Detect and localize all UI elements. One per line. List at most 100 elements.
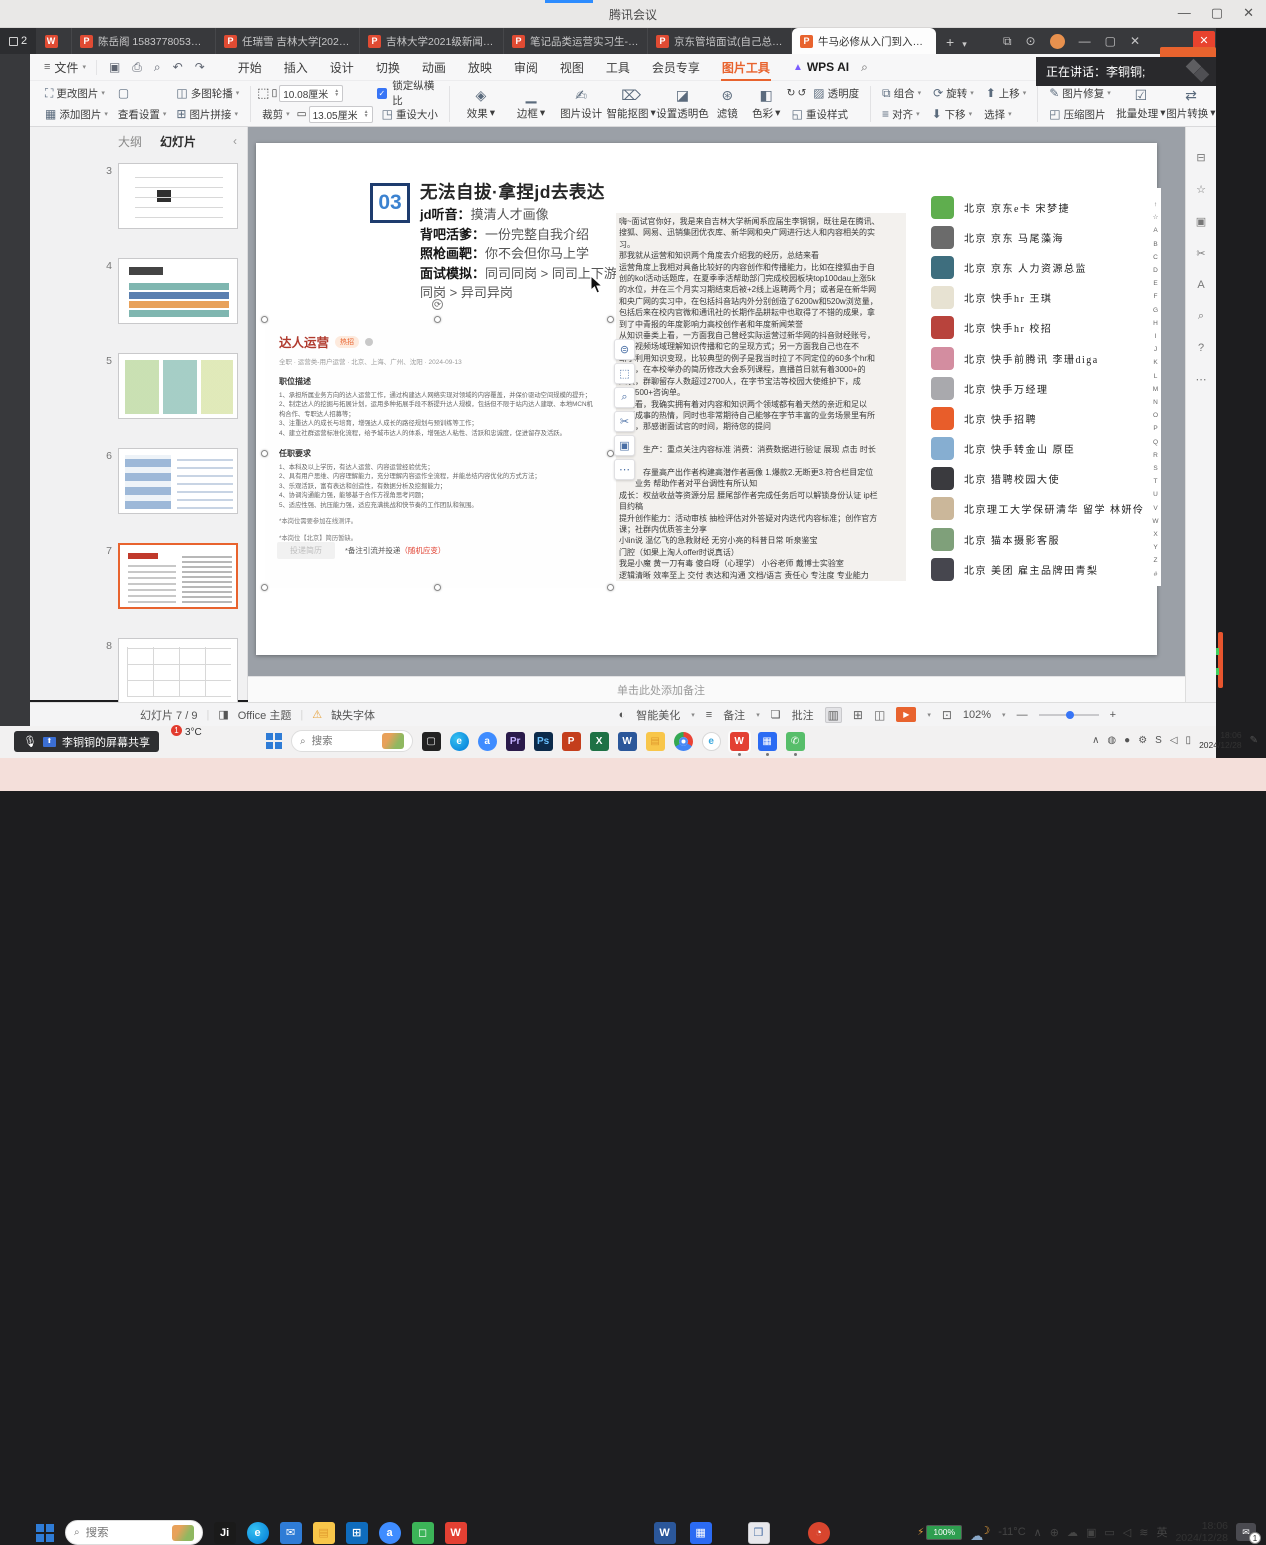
tray-icon[interactable]: ∧ — [1092, 735, 1099, 746]
windows-start-icon[interactable] — [36, 1524, 54, 1542]
zoom-slider[interactable] — [1039, 714, 1099, 716]
notification-center-icon[interactable]: ✉1 — [1236, 1523, 1256, 1541]
selection-handle[interactable] — [434, 316, 441, 323]
taskbar-app-icon[interactable]: ◉ — [674, 732, 693, 751]
convert-button[interactable]: ⇄图片转换▾ — [1166, 84, 1216, 124]
selection-handle[interactable] — [607, 316, 614, 323]
file-menu[interactable]: ≡ 文件 ▾ — [30, 59, 96, 76]
view-sorter-icon[interactable]: ⊞ — [853, 708, 863, 722]
pen-icon[interactable]: ✎ — [1250, 735, 1258, 746]
float-tool-icon[interactable]: ✂ — [614, 411, 635, 432]
selection-handle[interactable] — [261, 450, 268, 457]
rotate-ccw-icon[interactable]: ↺ — [797, 87, 806, 99]
taskbar-app-icon[interactable]: e — [450, 732, 469, 751]
selection-handle[interactable] — [261, 584, 268, 591]
fit-window-icon[interactable]: ⊡ — [942, 708, 952, 722]
stitch-button[interactable]: ⊞图片拼接▾ — [171, 105, 244, 124]
notes-button[interactable]: 备注 — [723, 707, 745, 723]
close-icon[interactable]: ✕ — [1243, 5, 1254, 21]
notes-pane[interactable]: 单击此处添加备注 — [248, 676, 1185, 702]
rotate-handle[interactable]: ⟳ — [432, 299, 443, 310]
taskbar-app-icon[interactable]: Pr — [506, 732, 525, 751]
select-button[interactable]: 选择▾ — [979, 105, 1017, 124]
missing-font-label[interactable]: 缺失字体 — [331, 707, 375, 723]
tab-list-chevron-icon[interactable]: ▾ — [962, 39, 967, 50]
zoom-level[interactable]: 102% — [963, 709, 991, 721]
menu-tab[interactable]: 设计 — [319, 54, 365, 81]
taskbar-app-icon[interactable]: W — [730, 732, 749, 751]
clock[interactable]: 18:06 2024/12/28 — [1199, 730, 1242, 750]
wps-home-button[interactable]: 2 — [0, 28, 36, 54]
compress-button[interactable]: ◰压缩图片 — [1044, 105, 1116, 124]
filter-button[interactable]: ⊛滤镜 — [709, 84, 746, 124]
float-tool-icon[interactable]: ⋯ — [614, 459, 635, 480]
menu-tab[interactable]: 会员专享 — [641, 54, 711, 81]
comments-button[interactable]: 批注 — [792, 707, 814, 723]
temperature[interactable]: -11°C — [998, 1526, 1025, 1538]
selection-handle[interactable] — [607, 584, 614, 591]
document-tab[interactable]: P 任瑞雪 吉林大学[2024122520 — [216, 28, 360, 54]
taskbar-app-icon[interactable]: W — [445, 1522, 467, 1544]
slide-thumbnail[interactable]: 6 — [30, 448, 247, 514]
color-button[interactable]: ◧色彩▾ — [746, 84, 787, 124]
taskbar-app-icon[interactable]: ▦ — [690, 1522, 712, 1544]
taskbar-app-icon[interactable]: ❒ — [748, 1522, 770, 1544]
save-icon[interactable]: ▣ — [109, 60, 120, 75]
reset-size-button[interactable]: ◳重设大小 — [377, 105, 443, 124]
contacts-list-image[interactable]: 北京 京东e卡 宋梦捷 北京 京东 马尾藻海 北京 京东 人力资源总监 — [925, 188, 1161, 586]
tray-icon[interactable]: ● — [1124, 735, 1130, 746]
undo-icon[interactable]: ↶ — [173, 60, 183, 75]
reset-style-button[interactable]: ◱重设样式 — [787, 105, 864, 124]
float-tool-icon[interactable]: ▣ — [614, 435, 635, 456]
pic-design-button[interactable]: ✍图片设计 — [556, 84, 606, 124]
tab-outline[interactable]: 大纲 — [118, 133, 142, 150]
tray-icon[interactable]: ▯ — [1186, 735, 1192, 746]
wps-ai-button[interactable]: ▲ WPS AI — [793, 60, 849, 74]
search-icon[interactable]: ⌕ — [861, 60, 868, 75]
windows-start-icon[interactable] — [266, 733, 282, 749]
pitch-text-image[interactable]: 嗨~面试官你好，我是来自吉林大学新闻系应届生李铜铜，既往是在腾讯、搜狐、网易、迅… — [616, 213, 906, 581]
carousel-button[interactable]: ◫多图轮播▾ — [171, 84, 244, 103]
tray-icon[interactable]: ⚙ — [1138, 735, 1147, 746]
taskbar-app-icon[interactable]: P — [562, 732, 581, 751]
tray-icon[interactable]: ◁ — [1123, 1526, 1131, 1539]
taskbar-app-icon[interactable]: ✉ — [280, 1522, 302, 1544]
taskbar-app-icon[interactable]: a — [379, 1522, 401, 1544]
document-tab[interactable]: P 陈岳阁 15837780536 立即到 — [72, 28, 216, 54]
panel-icon[interactable]: ☆ — [1196, 183, 1206, 196]
search-input[interactable] — [312, 735, 376, 747]
taskbar-app-icon[interactable]: Ji — [214, 1522, 236, 1544]
wps-minimize-icon[interactable]: — — [1079, 34, 1091, 48]
view-settings-button[interactable]: 查看设置▾ — [113, 105, 172, 124]
document-tab[interactable]: P 吉林大学2021级新闻系 李铜桐 — [360, 28, 504, 54]
slideshow-button[interactable]: ▶ — [896, 707, 916, 722]
preview-icon[interactable]: ⌕ — [154, 60, 161, 75]
skin-icon[interactable]: ⊙ — [1026, 34, 1036, 48]
screen-share-chip[interactable]: 🎙 ⬆ 李铜铜的屏幕共享 — [14, 731, 159, 752]
taskbar-app-icon[interactable]: W — [654, 1522, 676, 1544]
taskbar-app-icon[interactable]: a — [478, 732, 497, 751]
tab-slides[interactable]: 幻灯片 — [160, 133, 196, 150]
border-button[interactable]: ▁边框▾ — [506, 84, 556, 124]
menu-tab[interactable]: 切换 — [365, 54, 411, 81]
width-input[interactable]: 10.08厘米▲▼ — [279, 85, 343, 102]
slide-thumbnail[interactable]: 3 — [30, 163, 247, 229]
beautify-button[interactable]: 智能美化 — [636, 707, 680, 723]
panel-icon[interactable]: ▣ — [1196, 215, 1206, 228]
slide-thumbnail[interactable]: 5 — [30, 353, 247, 419]
taskbar-app-icon[interactable]: ▢ — [422, 732, 441, 751]
menu-tab[interactable]: 审阅 — [503, 54, 549, 81]
change-picture-button[interactable]: ⛶更改图片▾ — [40, 84, 113, 103]
new-window-icon[interactable]: ⧉ — [1003, 34, 1012, 49]
account-avatar[interactable] — [1050, 34, 1065, 49]
effects-button[interactable]: ◈效果▾ — [456, 84, 506, 124]
redo-icon[interactable]: ↷ — [195, 60, 205, 75]
panel-icon[interactable]: ⋯ — [1196, 373, 1207, 386]
view-normal-icon[interactable]: ▥ — [825, 707, 842, 723]
float-tool-icon[interactable]: ⬚ — [614, 363, 635, 384]
document-tab[interactable]: P 京东管培面试(自己总结版).pdf — [648, 28, 792, 54]
slide-thumbnail[interactable]: 4 — [30, 258, 247, 324]
wps-close-icon[interactable]: ✕ — [1130, 34, 1140, 48]
group-button[interactable]: ⧉组合▾ — [877, 84, 926, 103]
menu-tab[interactable]: 插入 — [273, 54, 319, 81]
